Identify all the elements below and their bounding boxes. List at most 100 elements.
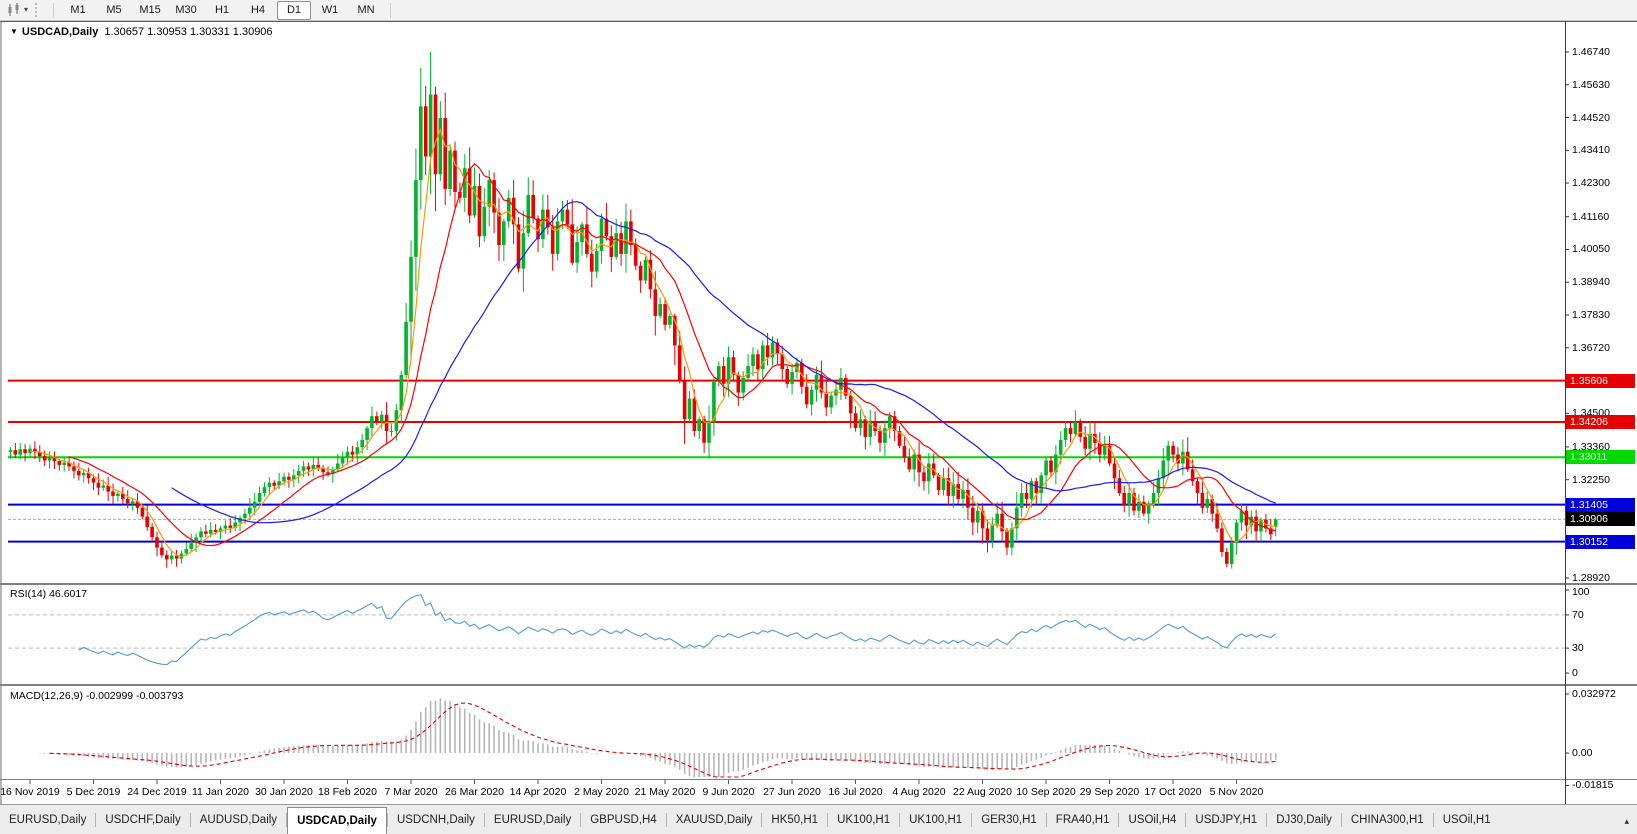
price-axis-tick-label: 1.45630 — [1572, 79, 1610, 91]
timeframe-buttons: M1M5M15M30H1H4D1W1MN — [60, 1, 384, 20]
time-axis-label: 16 Nov 2019 — [0, 786, 67, 798]
price-axis-tick-label: 1.32250 — [1572, 474, 1610, 486]
timeframe-button-h4[interactable]: H4 — [241, 1, 275, 20]
time-axis-label: 26 Mar 2020 — [438, 786, 512, 798]
chart-title: ▼ USDCAD,Daily 1.30657 1.30953 1.30331 1.3… — [10, 26, 273, 38]
time-axis-label: 22 Aug 2020 — [946, 786, 1020, 798]
timeframe-button-m5[interactable]: M5 — [97, 1, 131, 20]
time-axis-label: 18 Feb 2020 — [311, 786, 385, 798]
chart-tab-china300-h1[interactable]: CHINA300,H1 — [1342, 810, 1433, 831]
timeframe-button-h1[interactable]: H1 — [205, 1, 239, 20]
price-axis-tick-label: 1.37830 — [1572, 309, 1610, 321]
price-axis-tick-label: 1.30030 — [1572, 539, 1610, 551]
macd-axis-tick-label: 0.00 — [1572, 747, 1592, 759]
chart-tab-gbpusd-h4[interactable]: GBPUSD,H4 — [581, 810, 665, 831]
time-axis-label: 16 Jul 2020 — [819, 786, 893, 798]
price-axis-tick-label: 1.31140 — [1572, 506, 1609, 518]
rsi-axis-tick-label: 100 — [1572, 586, 1590, 598]
symbol-period-label: USDCAD,Daily — [22, 26, 98, 38]
time-axis-label: 2 May 2020 — [565, 786, 639, 798]
price-rsi-separator[interactable] — [0, 583, 1637, 585]
chart-tab-eurusd-daily[interactable]: EURUSD,Daily — [0, 810, 95, 831]
price-axis-tick-label: 1.46740 — [1572, 46, 1610, 58]
time-axis-label: 7 Mar 2020 — [374, 786, 448, 798]
mt4-window: ▾ M1M5M15M30H1H4D1W1MN ▼ USDCAD,Daily 1.30… — [0, 0, 1637, 834]
window-collapse-icon: ▼ — [10, 27, 18, 36]
chart-tab-usoil-h4[interactable]: USOil,H4 — [1119, 810, 1185, 831]
price-level-label: 1.33011 — [1566, 450, 1635, 464]
time-axis-label: 14 Apr 2020 — [501, 786, 575, 798]
time-axis-label: 21 May 2020 — [628, 786, 702, 798]
price-level-label: 1.30906 — [1566, 512, 1635, 526]
price-axis-tick-label: 1.42300 — [1572, 177, 1610, 189]
time-axis-label: 9 Jun 2020 — [692, 786, 766, 798]
time-axis-label: 4 Aug 2020 — [882, 786, 956, 798]
rsi-indicator-label: RSI(14) 46.6017 — [10, 588, 87, 600]
chart-tab-usdcad-daily[interactable]: USDCAD,Daily — [287, 807, 387, 834]
window-left-border — [0, 0, 2, 834]
chart-tab-usoil-h1[interactable]: USOil,H1 — [1434, 810, 1500, 831]
chart-tab-uk100-h1[interactable]: UK100,H1 — [828, 810, 899, 831]
time-axis-label: 29 Sep 2020 — [1073, 786, 1147, 798]
price-axis-tick-label: 1.33360 — [1572, 441, 1610, 453]
chart-tab-usdchf-daily[interactable]: USDCHF,Daily — [96, 810, 189, 831]
timeframe-button-m30[interactable]: M30 — [169, 1, 203, 20]
price-axis-tick-label: 1.41160 — [1572, 211, 1609, 223]
price-axis-tick-label: 1.36720 — [1572, 342, 1610, 354]
rsi-macd-separator[interactable] — [0, 684, 1637, 686]
chart-tabbar: EURUSD,DailyUSDCHF,DailyAUDUSD,DailyUSDC… — [0, 804, 1637, 834]
toolbar-separator — [53, 3, 54, 18]
chart-type-tool[interactable]: ▾ — [0, 0, 31, 20]
macd-axis-tick-label: 0.032972 — [1572, 688, 1616, 700]
chevron-down-icon: ▾ — [24, 6, 28, 14]
price-axis-tick-label: 1.43410 — [1572, 144, 1610, 156]
toolbar-separator — [390, 3, 391, 18]
timeframe-button-m15[interactable]: M15 — [133, 1, 167, 20]
price-axis-tick-label: 1.35610 — [1572, 375, 1610, 387]
price-level-label: 1.30152 — [1566, 535, 1635, 549]
timeframe-button-d1[interactable]: D1 — [277, 1, 311, 20]
candlestick-chart-icon — [6, 3, 22, 17]
price-axis-tick-label: 1.40050 — [1572, 243, 1610, 255]
price-axis-border — [1565, 21, 1566, 804]
price-axis-tick-label: 1.44520 — [1572, 112, 1610, 124]
price-axis-tick-label: 1.34500 — [1572, 407, 1610, 419]
chart-overlays: ▼ USDCAD,Daily 1.30657 1.30953 1.30331 1.3… — [0, 0, 1637, 834]
macd-axis-tick-label: -0.01815 — [1572, 779, 1613, 791]
macd-timescale-separator — [0, 779, 1637, 780]
rsi-axis-tick-label: 0 — [1572, 667, 1578, 679]
toolbar-grip[interactable] — [35, 3, 41, 17]
rsi-axis-tick-label: 70 — [1572, 609, 1584, 621]
chart-tab-fra40-h1[interactable]: FRA40,H1 — [1047, 810, 1119, 831]
chart-tab-dj30-daily[interactable]: DJ30,Daily — [1267, 810, 1341, 831]
price-level-label: 1.34206 — [1566, 415, 1635, 429]
chart-tab-ger30-h1[interactable]: GER30,H1 — [972, 810, 1046, 831]
chart-tab-hk50-h1[interactable]: HK50,H1 — [762, 810, 827, 831]
price-axis-tick-label: 1.38940 — [1572, 276, 1610, 288]
toolbar: ▾ M1M5M15M30H1H4D1W1MN — [0, 0, 1637, 21]
macd-indicator-label: MACD(12,26,9) -0.002999 -0.003793 — [10, 690, 183, 702]
chart-tab-uk100-h1[interactable]: UK100,H1 — [900, 810, 971, 831]
price-chart-canvas[interactable] — [0, 0, 1637, 834]
time-axis-label: 11 Jan 2020 — [184, 786, 258, 798]
chart-tab-usdcnh-daily[interactable]: USDCNH,Daily — [388, 810, 484, 831]
timeframe-button-mn[interactable]: MN — [349, 1, 383, 20]
timeframe-button-w1[interactable]: W1 — [313, 1, 347, 20]
chart-tab-audusd-daily[interactable]: AUDUSD,Daily — [191, 810, 286, 831]
time-axis-label: 27 Jun 2020 — [755, 786, 829, 798]
chart-tab-xauusd-daily[interactable]: XAUUSD,Daily — [667, 810, 762, 831]
timeframe-button-m1[interactable]: M1 — [61, 1, 95, 20]
time-axis-label: 5 Nov 2020 — [1200, 786, 1274, 798]
time-axis-label: 17 Oct 2020 — [1136, 786, 1210, 798]
chart-top-border — [0, 21, 1637, 22]
time-axis-label: 30 Jan 2020 — [247, 786, 321, 798]
chart-tab-usdjpy-h1[interactable]: USDJPY,H1 — [1186, 810, 1266, 831]
tab-scroll-button[interactable]: ▴ — [1624, 817, 1629, 826]
time-axis-label: 10 Sep 2020 — [1009, 786, 1083, 798]
price-level-label: 1.35606 — [1566, 374, 1635, 388]
price-level-label: 1.31405 — [1566, 498, 1635, 512]
rsi-axis-tick-label: 30 — [1572, 642, 1584, 654]
time-axis-label: 5 Dec 2019 — [57, 786, 131, 798]
chart-tab-eurusd-daily[interactable]: EURUSD,Daily — [485, 810, 580, 831]
ohlc-values: 1.30657 1.30953 1.30331 1.30906 — [104, 26, 272, 38]
